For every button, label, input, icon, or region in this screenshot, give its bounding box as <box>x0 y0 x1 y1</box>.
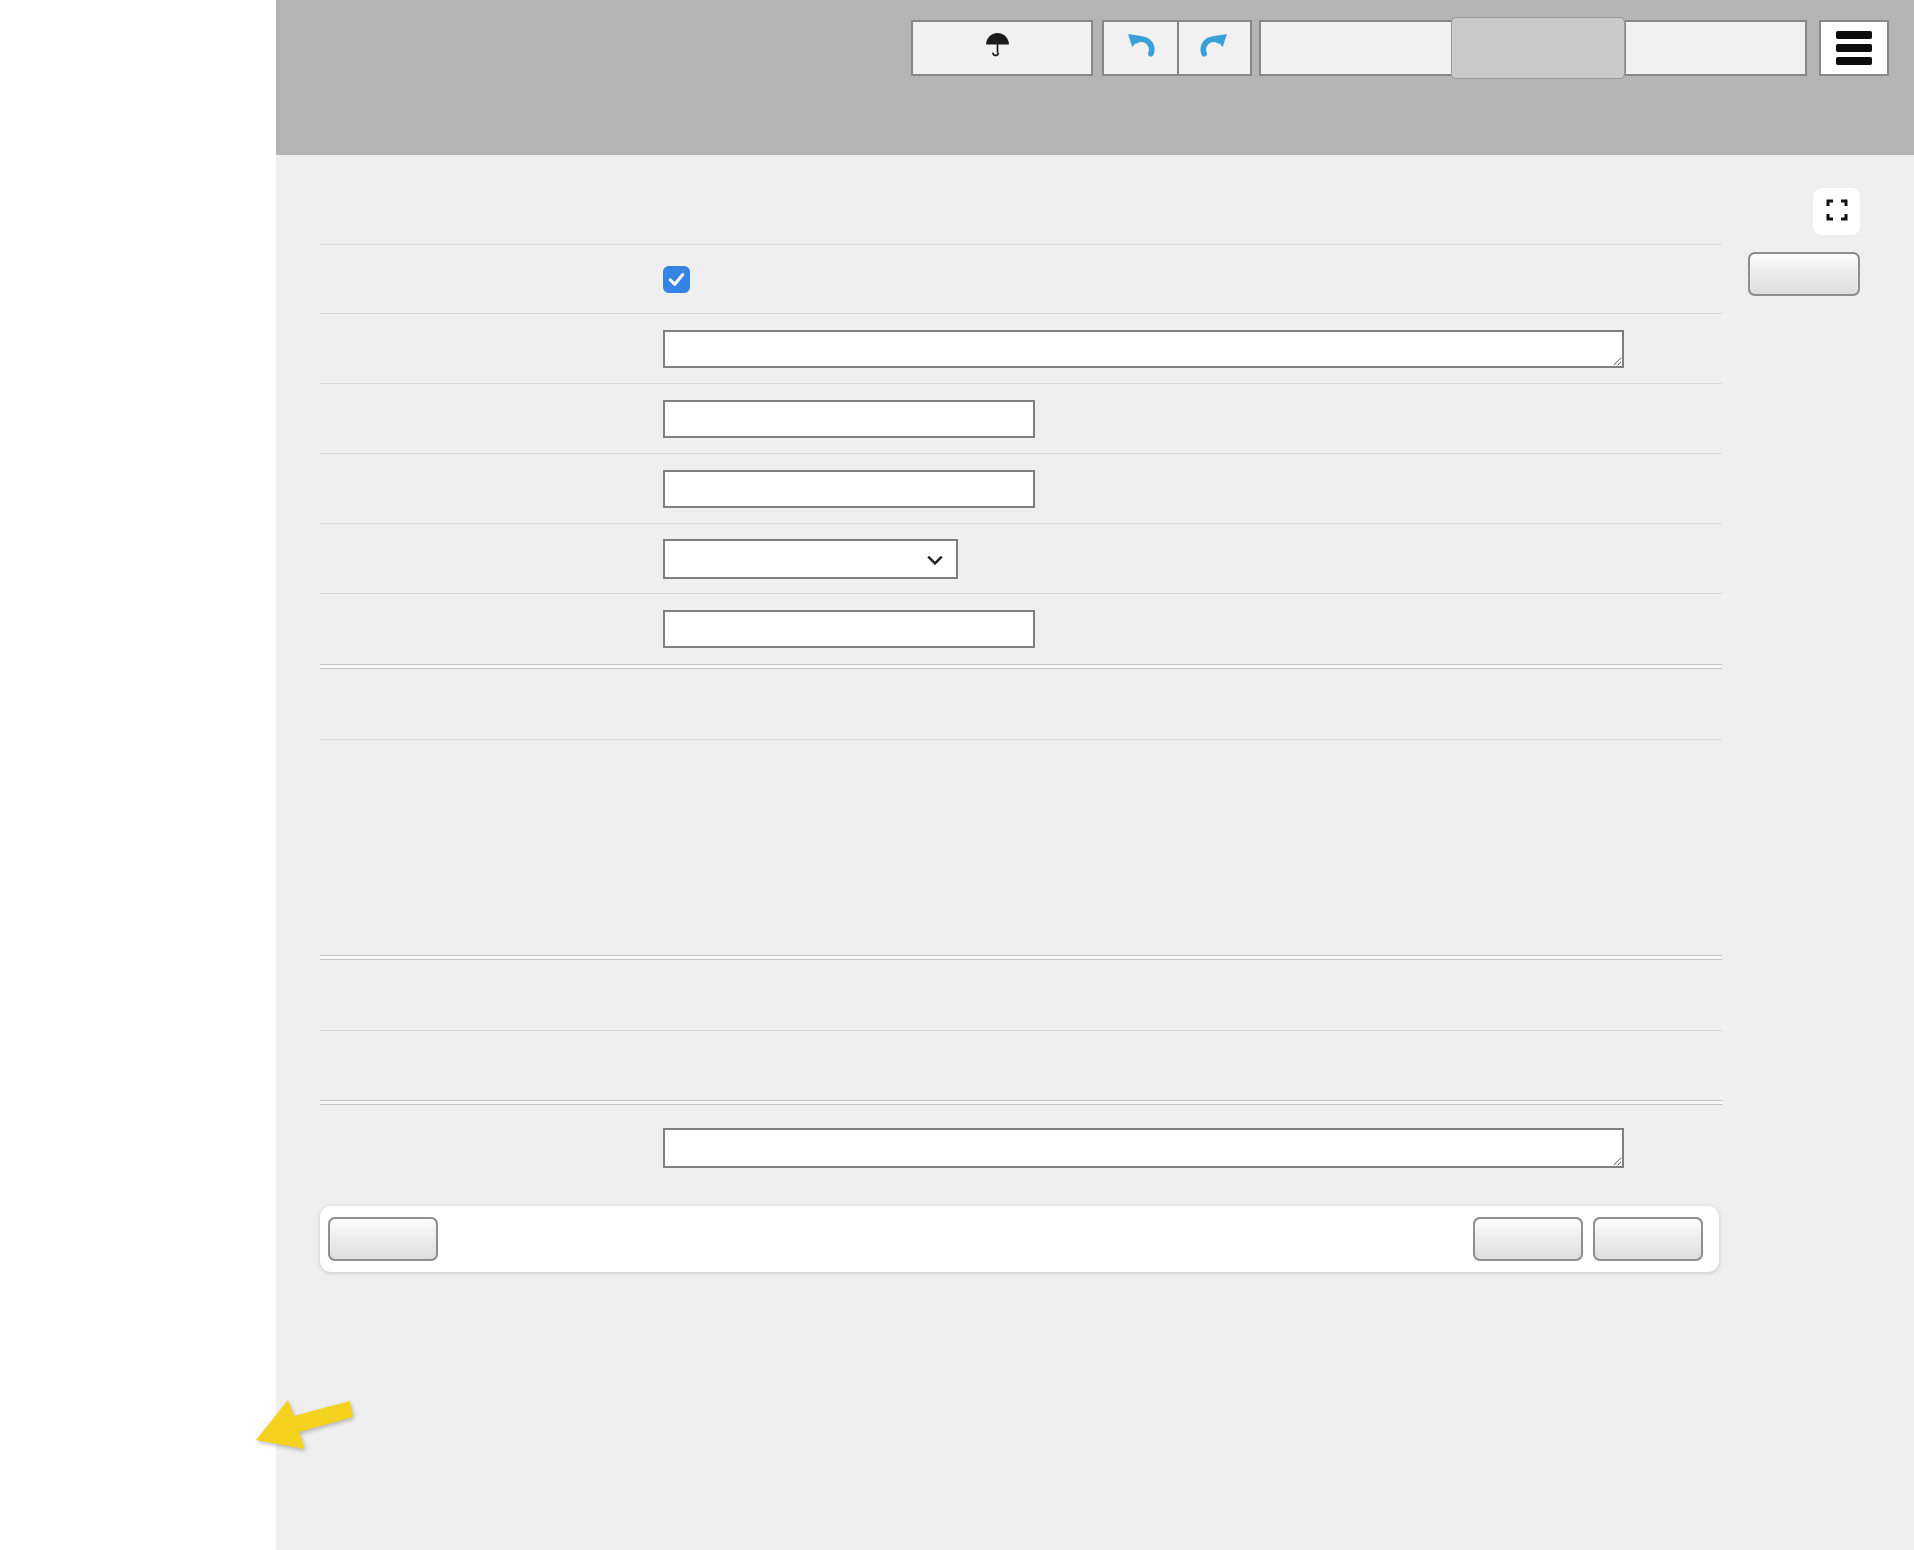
tab-quick-set[interactable] <box>1261 22 1452 74</box>
start-time-select[interactable] <box>663 539 958 579</box>
run-count-row <box>320 960 1722 1030</box>
chevron-down-icon <box>926 546 944 572</box>
header-band <box>276 0 1914 155</box>
main-area <box>276 0 1914 1550</box>
redo-arrow-icon <box>1199 31 1230 65</box>
name-input[interactable] <box>663 400 1035 438</box>
redo-button[interactable] <box>1177 22 1250 74</box>
fullscreen-button[interactable] <box>1813 188 1860 235</box>
start-date-row <box>320 453 1722 523</box>
policy-row <box>320 739 1722 955</box>
content-area <box>276 155 1914 1550</box>
tab-terminal[interactable] <box>1624 22 1803 74</box>
name-row <box>320 383 1722 453</box>
schedule-form <box>320 244 1722 1191</box>
enabled-checkbox[interactable] <box>663 266 690 293</box>
undo-arrow-icon <box>1125 31 1156 65</box>
remove-button[interactable] <box>1748 252 1860 296</box>
start-date-input[interactable] <box>663 470 1035 508</box>
fullscreen-icon <box>1825 198 1849 225</box>
apply-button[interactable] <box>1473 1217 1583 1261</box>
start-time-row <box>320 523 1722 593</box>
interval-row <box>320 593 1722 664</box>
safe-mode-button[interactable] <box>911 20 1093 76</box>
pointer-arrow <box>250 1390 362 1470</box>
on-event-input[interactable] <box>663 1128 1624 1168</box>
undo-button[interactable] <box>1104 22 1177 74</box>
menu-button[interactable] <box>1819 20 1889 76</box>
umbrella-icon <box>984 32 1011 65</box>
interval-input[interactable] <box>663 610 1035 648</box>
owner-row <box>320 669 1722 739</box>
view-tabs <box>1259 20 1807 76</box>
hamburger-menu-icon <box>1836 31 1872 39</box>
cancel-button[interactable] <box>328 1217 438 1261</box>
tab-webfig[interactable] <box>1451 17 1625 79</box>
comment-input[interactable] <box>663 330 1624 368</box>
ok-button[interactable] <box>1593 1217 1703 1261</box>
next-run-row <box>320 1030 1722 1100</box>
enabled-row <box>320 244 1722 313</box>
on-event-row <box>320 1105 1722 1191</box>
undo-redo-group <box>1102 20 1252 76</box>
comment-row <box>320 313 1722 383</box>
form-footer <box>320 1206 1719 1272</box>
sidebar <box>0 0 267 1550</box>
